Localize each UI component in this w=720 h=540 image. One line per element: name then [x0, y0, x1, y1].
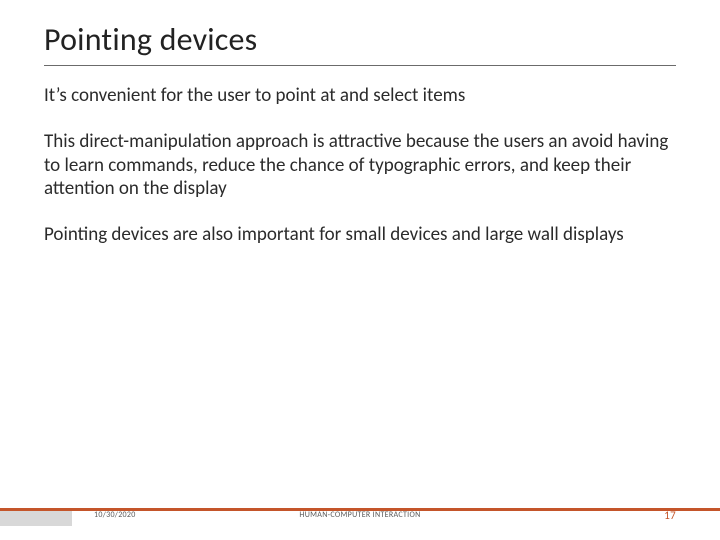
slide-title: Pointing devices	[44, 20, 676, 66]
body-paragraph: Pointing devices are also important for …	[44, 223, 676, 247]
footer-course: HUMAN-COMPUTER INTERACTION	[299, 510, 420, 520]
slide: Pointing devices It’s convenient for the…	[0, 0, 720, 540]
body-paragraph: This direct-manipulation approach is att…	[44, 130, 676, 201]
footer: 10/30/2020 HUMAN-COMPUTER INTERACTION 17	[0, 508, 720, 522]
footer-date: 10/30/2020	[94, 510, 136, 520]
footer-page-number: 17	[664, 509, 676, 522]
slide-body: It’s convenient for the user to point at…	[44, 84, 676, 247]
body-paragraph: It’s convenient for the user to point at…	[44, 84, 676, 108]
